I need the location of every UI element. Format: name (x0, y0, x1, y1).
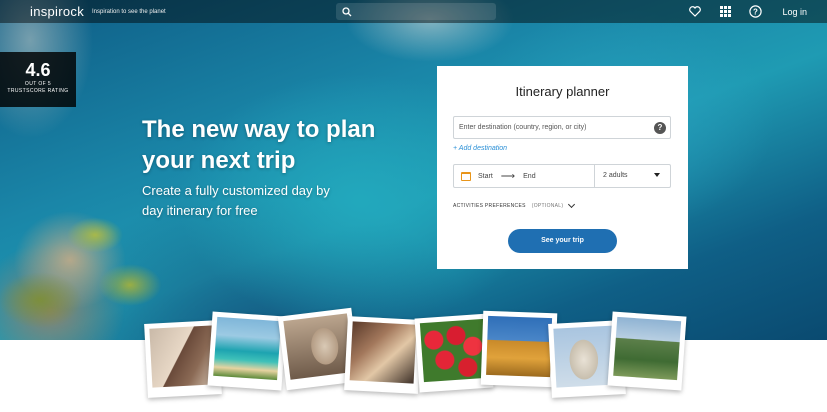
beach-photo (207, 311, 287, 391)
calendar-icon[interactable] (461, 171, 471, 181)
chevron-down-icon (568, 200, 576, 209)
tagline: Inspiration to see the planet (92, 8, 166, 15)
search-bar[interactable] (336, 3, 496, 20)
question-icon[interactable]: ? (748, 5, 762, 19)
destination-placeholder: Enter destination (country, region, or c… (459, 124, 587, 131)
help-icon[interactable]: ? (654, 122, 666, 134)
logo[interactable]: inspirock (30, 4, 84, 19)
selfie-photo (344, 316, 422, 394)
itinerary-planner-card: Itinerary planner Enter destination (cou… (437, 66, 688, 269)
caret-down-icon[interactable] (654, 173, 660, 177)
heart-icon[interactable] (688, 5, 702, 19)
grid-icon[interactable] (718, 5, 732, 19)
svg-text:?: ? (753, 7, 758, 16)
arrow-right-icon: ⟶ (500, 170, 516, 182)
login-link[interactable]: Log in (782, 7, 807, 17)
hero-subline: Create a fully customized day by day iti… (142, 183, 330, 218)
planner-title: Itinerary planner (515, 84, 610, 99)
trustscore-badge[interactable]: 4.6 OUT OF 5 TRUSTSCORE RATING (0, 52, 76, 107)
hero-headline: The new way to plan your next trip (142, 116, 376, 174)
mountain-photo (607, 311, 687, 391)
nav-actions: ? Log in (688, 0, 807, 23)
add-destination-link[interactable]: + Add destination (453, 145, 507, 152)
destination-input[interactable]: Enter destination (country, region, or c… (453, 116, 671, 139)
preferences-label: ACTIVITIES PREFERENCES (453, 203, 526, 209)
activities-preferences-toggle[interactable]: ACTIVITIES PREFERENCES (OPTIONAL) (453, 200, 576, 209)
search-icon (342, 6, 352, 16)
trust-label: TRUSTSCORE RATING (7, 88, 69, 94)
top-navigation: inspirock Inspiration to see the planet … (0, 0, 827, 23)
eiffel-photo (480, 310, 558, 388)
photo-strip (0, 300, 827, 412)
trust-out-of: OUT OF 5 (24, 81, 52, 87)
see-your-trip-button[interactable]: See your trip (508, 229, 617, 253)
divider (594, 165, 595, 187)
end-date-field[interactable]: End (523, 173, 535, 180)
start-date-field[interactable]: Start (478, 173, 493, 180)
date-travelers-row: Start ⟶ End 2 adults (453, 164, 671, 188)
travelers-select[interactable]: 2 adults (603, 172, 628, 179)
trust-score: 4.6 (25, 60, 51, 80)
preferences-optional: (OPTIONAL) (531, 203, 564, 209)
